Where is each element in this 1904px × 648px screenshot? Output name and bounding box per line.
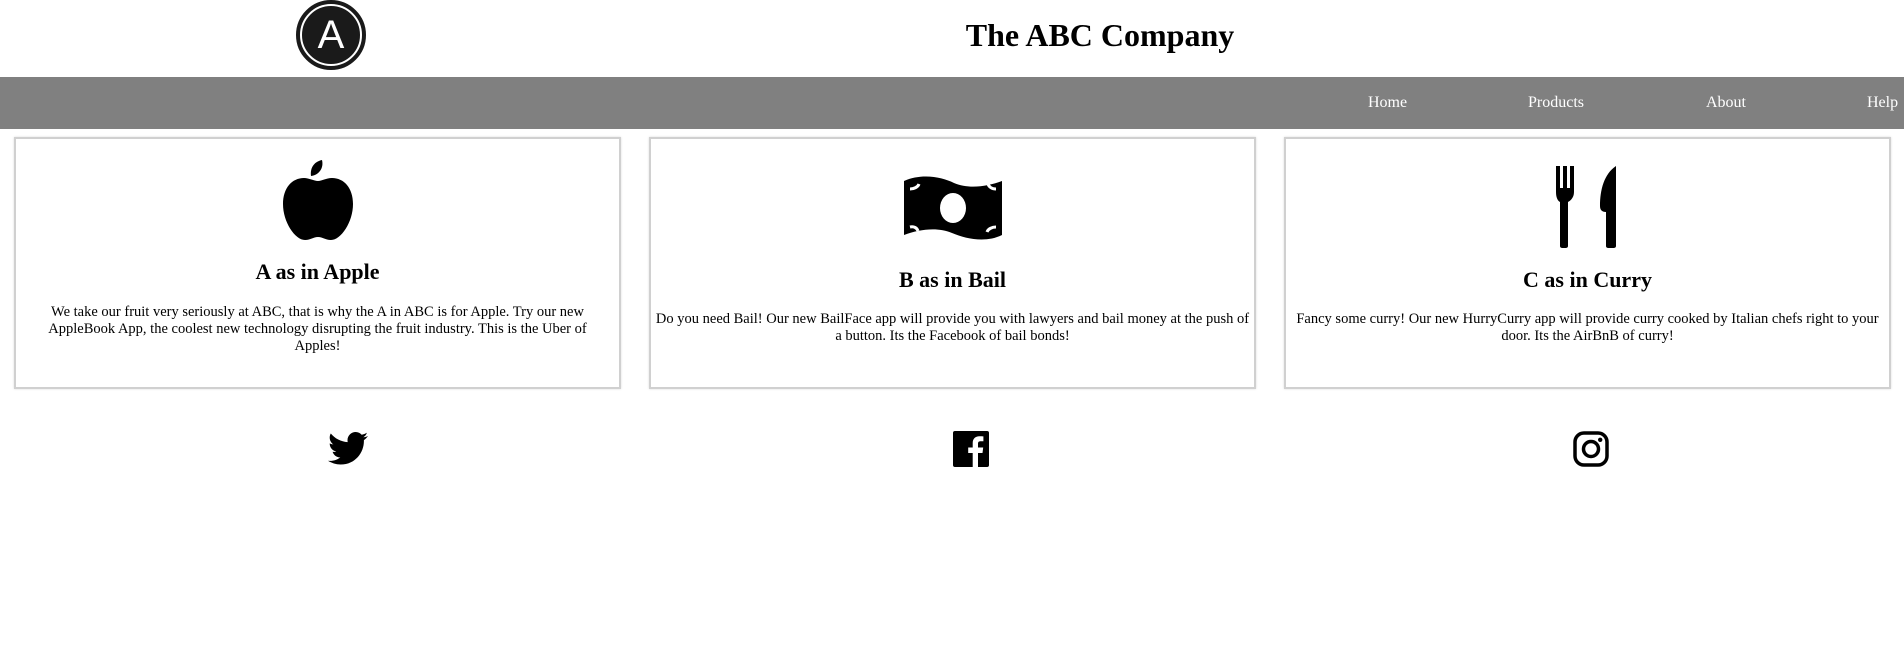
header: A The ABC Company	[0, 0, 1904, 77]
instagram-icon	[1573, 430, 1609, 472]
facebook-link[interactable]	[951, 430, 991, 472]
nav-link-about[interactable]: About	[1706, 94, 1746, 112]
card-title: B as in Bail	[899, 267, 1006, 292]
facebook-icon	[953, 430, 989, 472]
instagram-link[interactable]	[1571, 430, 1611, 472]
money-bill-icon	[651, 173, 1254, 243]
nav-link-products[interactable]: Products	[1528, 94, 1584, 112]
twitter-link[interactable]	[328, 431, 368, 471]
card-text: Fancy some curry! Our new HurryCurry app…	[1296, 311, 1879, 344]
page-title: The ABC Company	[965, 17, 1235, 53]
utensils-icon	[1286, 166, 1889, 248]
card-text: Do you need Bail! Our new BailFace app w…	[655, 311, 1250, 344]
card-text: We take our fruit very seriously at ABC,…	[48, 304, 587, 354]
navbar: Home Products About Help	[0, 77, 1904, 129]
card-bail: B as in Bail Do you need Bail! Our new B…	[649, 137, 1256, 389]
twitter-icon	[328, 431, 368, 471]
nav-link-home[interactable]: Home	[1368, 94, 1407, 112]
apple-icon	[16, 158, 619, 240]
card-apple: A as in Apple We take our fruit very ser…	[14, 137, 621, 389]
card-curry: C as in Curry Fancy some curry! Our new …	[1284, 137, 1891, 389]
card-title: C as in Curry	[1523, 267, 1652, 292]
nav-link-help[interactable]: Help	[1867, 94, 1898, 112]
cards-section: A as in Apple We take our fruit very ser…	[0, 137, 1904, 393]
card-title: A as in Apple	[255, 259, 380, 284]
